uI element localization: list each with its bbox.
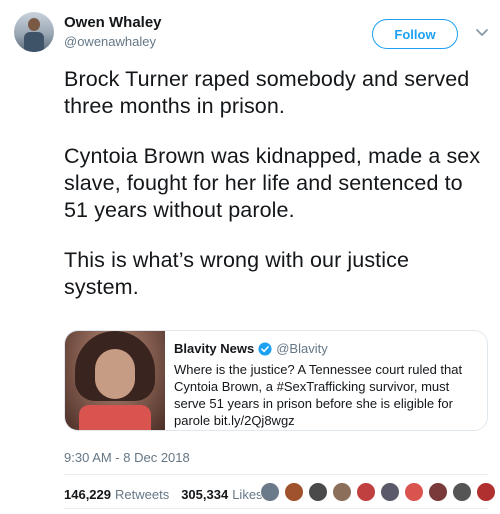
tweet-paragraph: Cyntoia Brown was kidnapped, made a sex … bbox=[64, 144, 481, 222]
divider bbox=[64, 508, 488, 509]
quoted-tweet-header: Blavity News @Blavity bbox=[174, 341, 328, 356]
chevron-down-icon[interactable] bbox=[474, 24, 490, 40]
liker-avatar[interactable] bbox=[428, 482, 448, 502]
liker-avatar[interactable] bbox=[332, 482, 352, 502]
liker-avatar[interactable] bbox=[452, 482, 472, 502]
image-face bbox=[95, 349, 135, 399]
liker-avatar[interactable] bbox=[260, 482, 280, 502]
tweet-text: Brock Turner raped somebody and served t… bbox=[64, 66, 484, 324]
liker-avatar[interactable] bbox=[380, 482, 400, 502]
liker-avatar[interactable] bbox=[308, 482, 328, 502]
quoted-tweet-card[interactable]: Blavity News @Blavity Where is the justi… bbox=[64, 330, 488, 431]
liker-avatar[interactable] bbox=[356, 482, 376, 502]
liker-avatar[interactable] bbox=[476, 482, 496, 502]
follow-button[interactable]: Follow bbox=[372, 19, 458, 49]
divider bbox=[64, 474, 488, 475]
quoted-author-name: Blavity News bbox=[174, 341, 255, 356]
quoted-author-handle: @Blavity bbox=[276, 341, 328, 356]
tweet-paragraph: Brock Turner raped somebody and served t… bbox=[64, 67, 470, 118]
author-avatar[interactable] bbox=[14, 12, 54, 52]
author-display-name[interactable]: Owen Whaley bbox=[64, 14, 162, 31]
liker-avatars bbox=[260, 482, 496, 502]
liker-avatar[interactable] bbox=[404, 482, 424, 502]
avatar-body bbox=[24, 32, 44, 52]
likes-label[interactable]: Likes bbox=[232, 487, 262, 502]
tweet-stats: 146,229 Retweets 305,334 Likes bbox=[64, 487, 275, 502]
liker-avatar[interactable] bbox=[284, 482, 304, 502]
likes-count[interactable]: 305,334 bbox=[181, 487, 228, 502]
author-handle[interactable]: @owenawhaley bbox=[64, 34, 156, 49]
avatar-head bbox=[28, 18, 40, 31]
verified-badge-icon bbox=[258, 341, 272, 356]
tweet-paragraph: This is what’s wrong with our justice sy… bbox=[64, 248, 410, 299]
image-shirt bbox=[79, 405, 151, 430]
retweets-label[interactable]: Retweets bbox=[115, 487, 169, 502]
tweet-timestamp[interactable]: 9:30 AM - 8 Dec 2018 bbox=[64, 450, 190, 465]
quoted-tweet-text: Where is the justice? A Tennessee court … bbox=[174, 362, 463, 428]
retweets-count[interactable]: 146,229 bbox=[64, 487, 111, 502]
quoted-tweet-image[interactable] bbox=[65, 331, 165, 430]
